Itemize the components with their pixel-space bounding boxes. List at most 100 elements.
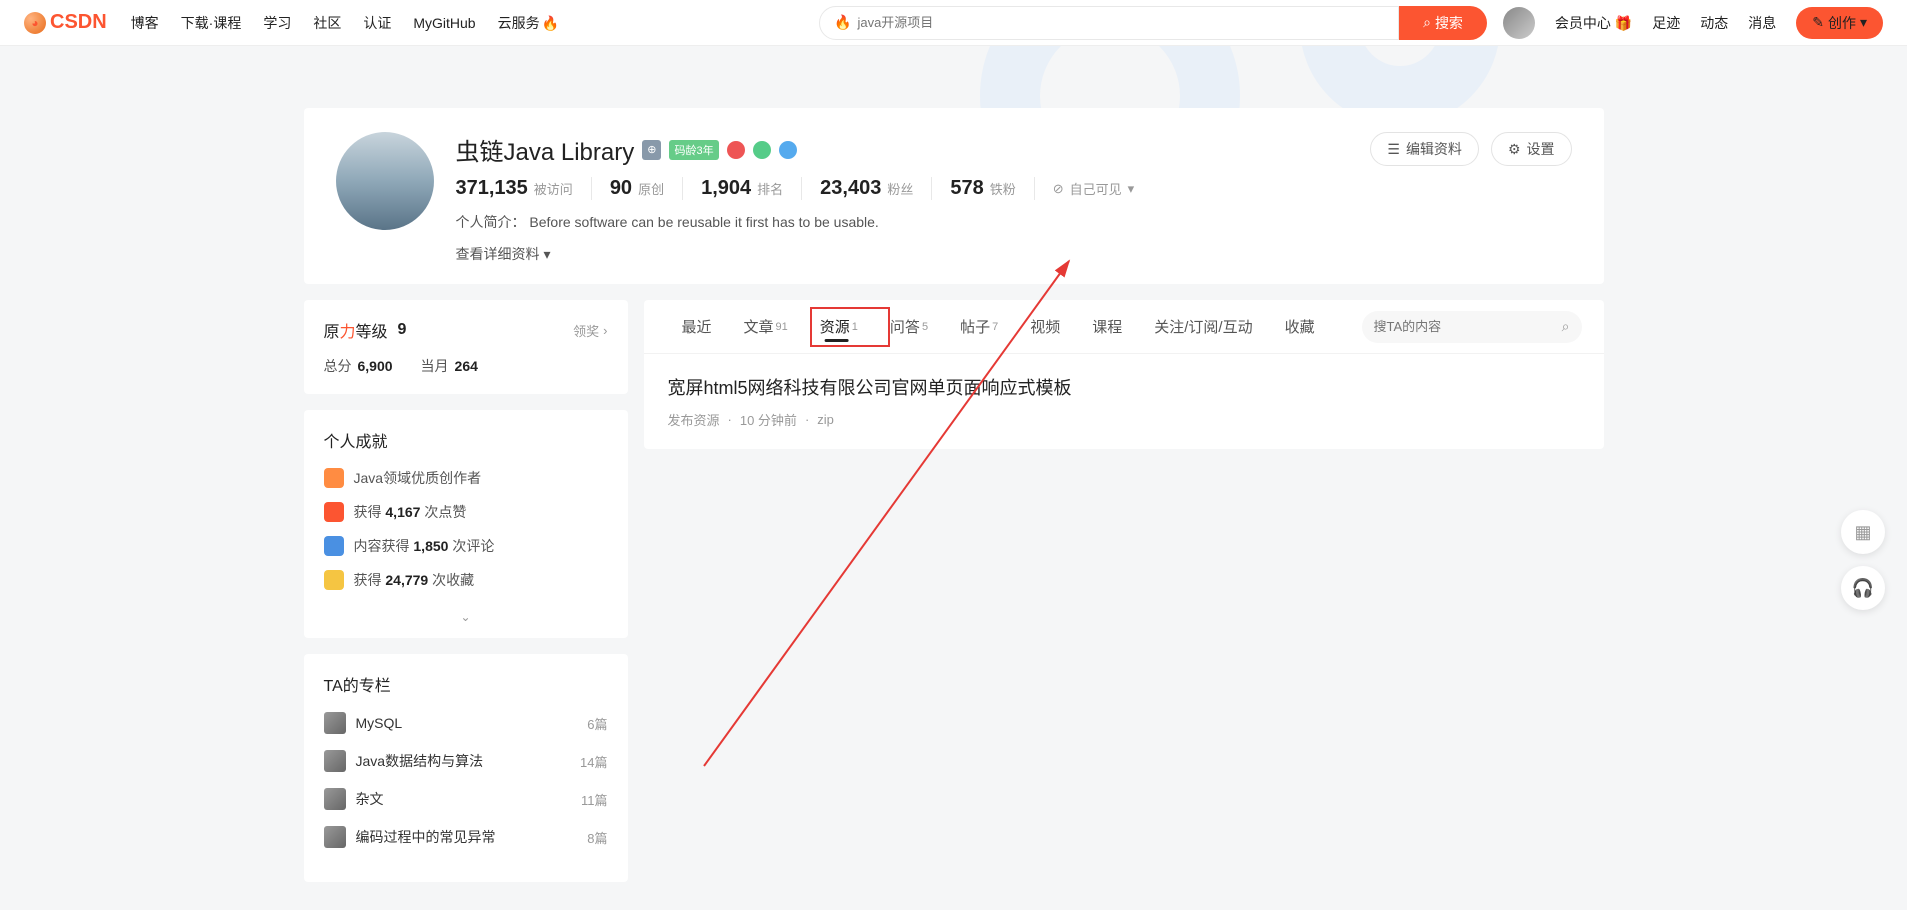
settings-button[interactable]: ⚙ 设置 <box>1491 132 1572 166</box>
expand-button[interactable]: ⌄ <box>324 604 608 630</box>
profile-avatar[interactable] <box>336 132 434 230</box>
top-nav: ◕ CSDN 博客 下载·课程 学习 社区 认证 MyGitHub 云服务🔥 🔥… <box>0 0 1907 46</box>
edit-profile-button[interactable]: ☰ 编辑资料 <box>1370 132 1479 166</box>
achievements-card: 个人成就 Java领域优质创作者获得 4,167 次点赞内容获得 1,850 次… <box>304 410 628 638</box>
nav-learn[interactable]: 学习 <box>263 13 291 33</box>
username: 虫链Java Library <box>456 132 635 167</box>
logo[interactable]: ◕ CSDN <box>24 11 107 34</box>
left-column: 原力等级 9 领奖 › 总分6,900 当月264 个人成就 Java领域优质创… <box>304 300 628 882</box>
resource-meta: 发布资源 · 10 分钟前 · zip <box>668 410 1580 429</box>
columns-card: TA的专栏 MySQL6篇Java数据结构与算法14篇杂文11篇编码过程中的常见… <box>304 654 628 882</box>
visibility-toggle[interactable]: ⊘ 自己可见 ▾ <box>1035 179 1134 198</box>
nav-github[interactable]: MyGitHub <box>413 15 475 31</box>
search-icon: ⌕ <box>1562 318 1570 335</box>
resource-item[interactable]: 宽屏html5网络科技有限公司官网单页面响应式模板 发布资源 · 10 分钟前 … <box>644 354 1604 449</box>
stat-rank: 1,904排名 <box>683 177 802 200</box>
tab-最近[interactable]: 最近 <box>666 300 728 354</box>
achievement-item: Java领域优质创作者 <box>324 468 608 488</box>
fire-icon: 🔥 <box>834 14 851 31</box>
achievement-item: 获得 4,167 次点赞 <box>324 502 608 522</box>
column-name: 杂文 <box>356 789 572 809</box>
achievement-text: 内容获得 1,850 次评论 <box>354 536 495 556</box>
force-level-card: 原力等级 9 领奖 › 总分6,900 当月264 <box>304 300 628 394</box>
stat-original: 90原创 <box>592 177 683 200</box>
search-icon: ⌕ <box>1423 14 1431 31</box>
chevron-right-icon: › <box>603 323 607 338</box>
column-thumb <box>324 826 346 848</box>
nav-cloud[interactable]: 云服务🔥 <box>498 13 559 33</box>
resource-title[interactable]: 宽屏html5网络科技有限公司官网单页面响应式模板 <box>668 374 1580 400</box>
nav-blog[interactable]: 博客 <box>131 13 159 33</box>
force-title: 原力等级 <box>324 318 388 342</box>
column-count: 14篇 <box>580 752 607 771</box>
tab-关注/订阅/互动[interactable]: 关注/订阅/互动 <box>1138 300 1268 354</box>
tab-文章[interactable]: 文章91 <box>728 300 804 354</box>
nav-community[interactable]: 社区 <box>313 13 341 33</box>
column-item[interactable]: Java数据结构与算法14篇 <box>324 750 608 772</box>
column-thumb <box>324 712 346 734</box>
tabs-card: 最近文章91资源1问答5帖子7视频课程关注/订阅/互动收藏 ⌕ 宽屏html5网… <box>644 300 1604 449</box>
achievements-title: 个人成就 <box>324 428 608 452</box>
stat-ironfans: 578铁粉 <box>932 177 1034 200</box>
search-box[interactable]: 🔥 <box>819 6 1399 40</box>
edit-icon: ☰ <box>1387 141 1400 158</box>
main-container: 虫链Java Library ⊕ 码龄3年 371,135被访问 90原创 1,… <box>304 46 1604 882</box>
column-count: 11篇 <box>581 790 608 809</box>
chevron-down-icon: ⌄ <box>460 610 470 624</box>
chevron-down-icon: ▾ <box>1128 181 1135 197</box>
chevron-down-icon: ▾ <box>1860 14 1867 31</box>
column-thumb <box>324 788 346 810</box>
award-link[interactable]: 领奖 › <box>573 321 607 340</box>
tab-资源[interactable]: 资源1 <box>804 300 874 354</box>
profile-card: 虫链Java Library ⊕ 码龄3年 371,135被访问 90原创 1,… <box>304 108 1604 284</box>
stat-visits: 371,135被访问 <box>456 177 592 200</box>
gift-icon: 🎁 <box>1615 15 1632 31</box>
create-label: 创作 <box>1828 13 1856 33</box>
column-name: MySQL <box>356 715 578 731</box>
create-button[interactable]: ✎ 创作 ▾ <box>1796 7 1883 39</box>
support-button[interactable]: 🎧 <box>1841 566 1885 610</box>
search-btn-label: 搜索 <box>1435 13 1463 33</box>
badge-auth: ⊕ <box>642 140 661 160</box>
force-stats: 总分6,900 当月264 <box>324 356 608 376</box>
eye-off-icon: ⊘ <box>1053 181 1064 197</box>
tab-问答[interactable]: 问答5 <box>874 300 944 354</box>
force-total: 总分6,900 <box>324 356 393 376</box>
column-item[interactable]: 编码过程中的常见异常8篇 <box>324 826 608 848</box>
achievement-icon <box>324 468 344 488</box>
tab-search-input[interactable] <box>1374 319 1562 334</box>
nav-activity[interactable]: 动态 <box>1700 13 1728 33</box>
force-level: 9 <box>398 321 407 339</box>
badge-icon <box>727 141 745 159</box>
tab-课程[interactable]: 课程 <box>1076 300 1138 354</box>
search-input[interactable] <box>857 15 1384 30</box>
achievement-text: 获得 4,167 次点赞 <box>354 502 467 522</box>
achievement-item: 获得 24,779 次收藏 <box>324 570 608 590</box>
avatar[interactable] <box>1503 7 1535 39</box>
nav-messages[interactable]: 消息 <box>1748 13 1776 33</box>
bio-label: 个人简介： <box>456 214 526 230</box>
badge-icon <box>753 141 771 159</box>
column-count: 8篇 <box>587 828 607 847</box>
badge-icon <box>779 141 797 159</box>
search-button[interactable]: ⌕ 搜索 <box>1399 6 1487 40</box>
achievement-icon <box>324 570 344 590</box>
nav-cert[interactable]: 认证 <box>363 13 391 33</box>
stat-fans: 23,403粉丝 <box>802 177 932 200</box>
detail-link[interactable]: 查看详细资料 ▾ <box>456 244 1572 264</box>
qr-button[interactable]: ▦ <box>1841 510 1885 554</box>
achievement-item: 内容获得 1,850 次评论 <box>324 536 608 556</box>
logo-text: CSDN <box>50 11 107 34</box>
column-item[interactable]: MySQL6篇 <box>324 712 608 734</box>
tab-帖子[interactable]: 帖子7 <box>944 300 1014 354</box>
nav-right: 会员中心 🎁 足迹 动态 消息 ✎ 创作 ▾ <box>1503 7 1883 39</box>
tab-收藏[interactable]: 收藏 <box>1269 300 1331 354</box>
nav-member[interactable]: 会员中心 🎁 <box>1555 13 1632 33</box>
tab-视频[interactable]: 视频 <box>1014 300 1076 354</box>
nav-footprint[interactable]: 足迹 <box>1652 13 1680 33</box>
column-item[interactable]: 杂文 11篇 <box>324 788 608 810</box>
achievement-icon <box>324 536 344 556</box>
nav-downloads[interactable]: 下载·课程 <box>181 13 242 33</box>
badge-code-age: 码龄3年 <box>669 140 718 160</box>
tab-search[interactable]: ⌕ <box>1362 311 1582 343</box>
